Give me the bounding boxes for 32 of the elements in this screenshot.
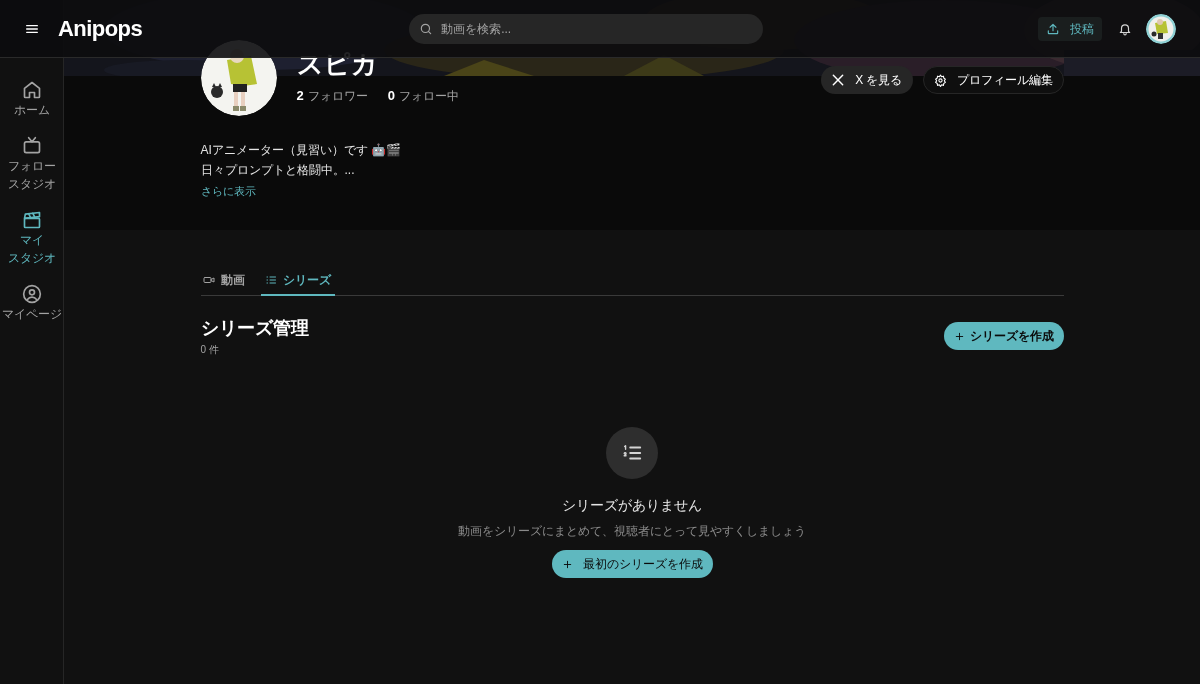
sidebar-item[interactable]: マイ スタジオ [0, 210, 63, 266]
sidebar-label: フォロー [7, 159, 56, 174]
section-title: シリーズ管理 [200, 317, 309, 340]
plus-icon [561, 558, 573, 570]
bio-text: AIアニメーター（見習い）です 🤖🎬 [200, 142, 403, 159]
show-more-link[interactable]: さらに表示 [200, 183, 256, 200]
sidebar-label: スタジオ [7, 251, 56, 266]
user-icon [21, 284, 42, 304]
video-camera-icon [202, 274, 215, 286]
sidebar-item[interactable]: ホーム [0, 80, 63, 118]
clapperboard-icon [21, 210, 42, 230]
home-icon [21, 80, 42, 100]
create-first-series-button[interactable]: 最初のシリーズを作成 [551, 550, 713, 578]
sidebar-label: マイ [19, 233, 44, 248]
follow-count: 0 フォロー中 [387, 87, 459, 105]
series-count: 0 件 [200, 343, 220, 357]
sidebar-label: マイページ [1, 307, 62, 322]
follow-count: 2 フォロワー [296, 87, 368, 105]
sidebar-item[interactable]: マイページ [0, 284, 63, 322]
sidebar-label: スタジオ [7, 177, 56, 192]
sidebar-item[interactable]: フォロー スタジオ [0, 136, 63, 192]
sidebar-label: ホーム [13, 103, 50, 118]
empty-state-message: 動画をシリーズにまとめて、視聴者にとって見やすくしましょう [458, 523, 806, 540]
tab[interactable]: 動画 [200, 266, 247, 296]
empty-state-title: シリーズがありません [562, 496, 702, 515]
create-series-button[interactable]: シリーズを作成 [943, 322, 1064, 350]
plus-icon [953, 330, 965, 342]
list-icon [264, 274, 277, 286]
tv-icon [21, 136, 42, 156]
tab[interactable]: シリーズ [260, 266, 335, 296]
bio-text: 日々プロンプトと格闘中。... [200, 162, 356, 179]
settings-icon [933, 73, 947, 87]
